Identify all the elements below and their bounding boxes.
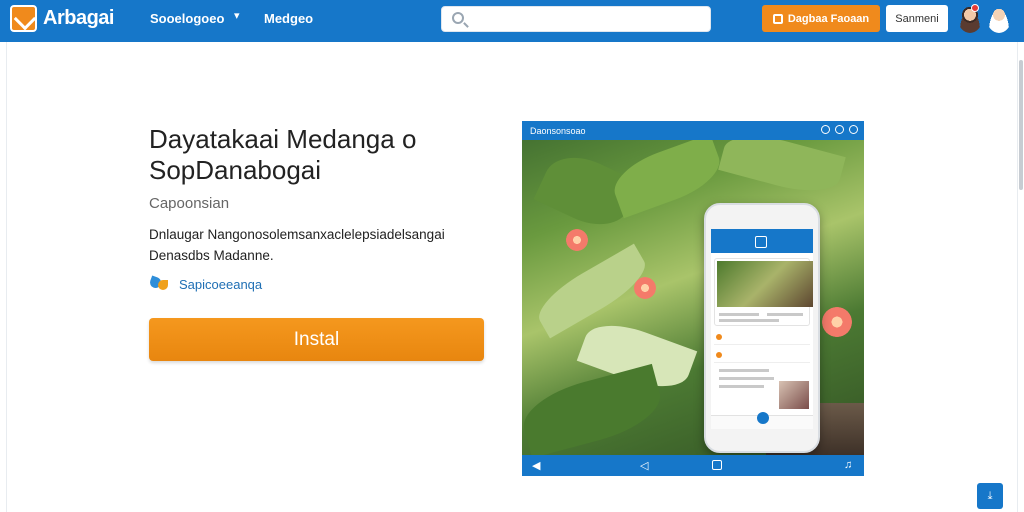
notification-badge xyxy=(971,4,979,12)
corner-action-icon[interactable]: ⤓ xyxy=(977,483,1003,509)
text-line xyxy=(719,377,774,380)
logo-icon xyxy=(10,5,37,32)
text-line xyxy=(719,369,769,372)
search-icon xyxy=(452,12,464,24)
phone-fab-icon xyxy=(757,412,769,424)
status-icons xyxy=(821,125,858,134)
phone-screen xyxy=(711,229,813,429)
text-line xyxy=(719,313,759,316)
phone-list-item xyxy=(714,349,810,363)
dot-icon xyxy=(716,352,722,358)
status-icon xyxy=(821,125,830,134)
leaf-decoration xyxy=(522,363,668,459)
app-description: Dnlaugar Nangonosolemsanxaclelepsiadelsa… xyxy=(149,227,445,263)
developer-icon xyxy=(149,274,171,294)
top-nav-bar: Arbagai Sooelogoeo ▾ Medgeo Dagbaa Faoaa… xyxy=(0,0,1024,42)
dot-icon xyxy=(716,334,722,340)
scrollbar[interactable] xyxy=(1019,60,1023,190)
back-triangle-icon: ◁ xyxy=(640,460,649,472)
brand-logo[interactable]: Arbagai xyxy=(10,5,114,32)
status-icon xyxy=(835,125,844,134)
text-line xyxy=(719,319,779,322)
back-arrow-icon: ◀ xyxy=(532,460,541,472)
install-button[interactable]: Instal xyxy=(149,318,484,361)
primary-action-button[interactable]: Dagbaa Faoaan xyxy=(762,5,880,32)
secondary-action-label: Sanmeni xyxy=(895,12,939,25)
checkbox-icon xyxy=(772,13,783,24)
app-screenshot-preview[interactable]: Daonsonsoao ◀ ◁ ♫ xyxy=(522,121,864,476)
preview-nav-bar: ◀ ◁ ♫ xyxy=(522,455,864,476)
secondary-action-button[interactable]: Sanmeni xyxy=(886,5,948,32)
nav-media-link[interactable]: Medgeo xyxy=(264,11,313,26)
nav-categories-dropdown[interactable]: Sooelogoeo xyxy=(150,11,224,26)
developer-link[interactable]: Sapicoeeanqa xyxy=(149,274,262,294)
recent-apps-icon: ♫ xyxy=(844,459,853,471)
flower-decoration xyxy=(634,277,656,299)
phone-mockup xyxy=(704,203,820,453)
preview-status-bar: Daonsonsoao xyxy=(522,121,864,140)
account-avatar[interactable] xyxy=(987,5,1011,33)
text-line xyxy=(719,385,764,388)
phone-feed-image xyxy=(717,261,813,307)
home-square-icon xyxy=(712,460,722,470)
phone-feed-card xyxy=(714,258,813,326)
preview-status-text: Daonsonsoao xyxy=(530,125,586,136)
developer-name: Sapicoeeanqa xyxy=(179,276,263,292)
status-icon xyxy=(849,125,858,134)
phone-list-item xyxy=(714,331,810,345)
chevron-down-icon[interactable]: ▾ xyxy=(234,9,240,22)
brand-name: Arbagai xyxy=(43,7,114,29)
app-title: Dayatakaai Medanga o SopDanabogai xyxy=(149,124,417,185)
primary-action-label: Dagbaa Faoaan xyxy=(787,12,870,25)
phone-thumbnail xyxy=(779,381,809,409)
phone-app-bar xyxy=(711,229,813,253)
flower-decoration xyxy=(566,229,588,251)
flower-decoration xyxy=(822,307,852,337)
app-category: Capoonsian xyxy=(149,195,230,212)
search-box[interactable] xyxy=(441,6,711,32)
text-line xyxy=(767,313,803,316)
search-input[interactable] xyxy=(472,10,702,28)
